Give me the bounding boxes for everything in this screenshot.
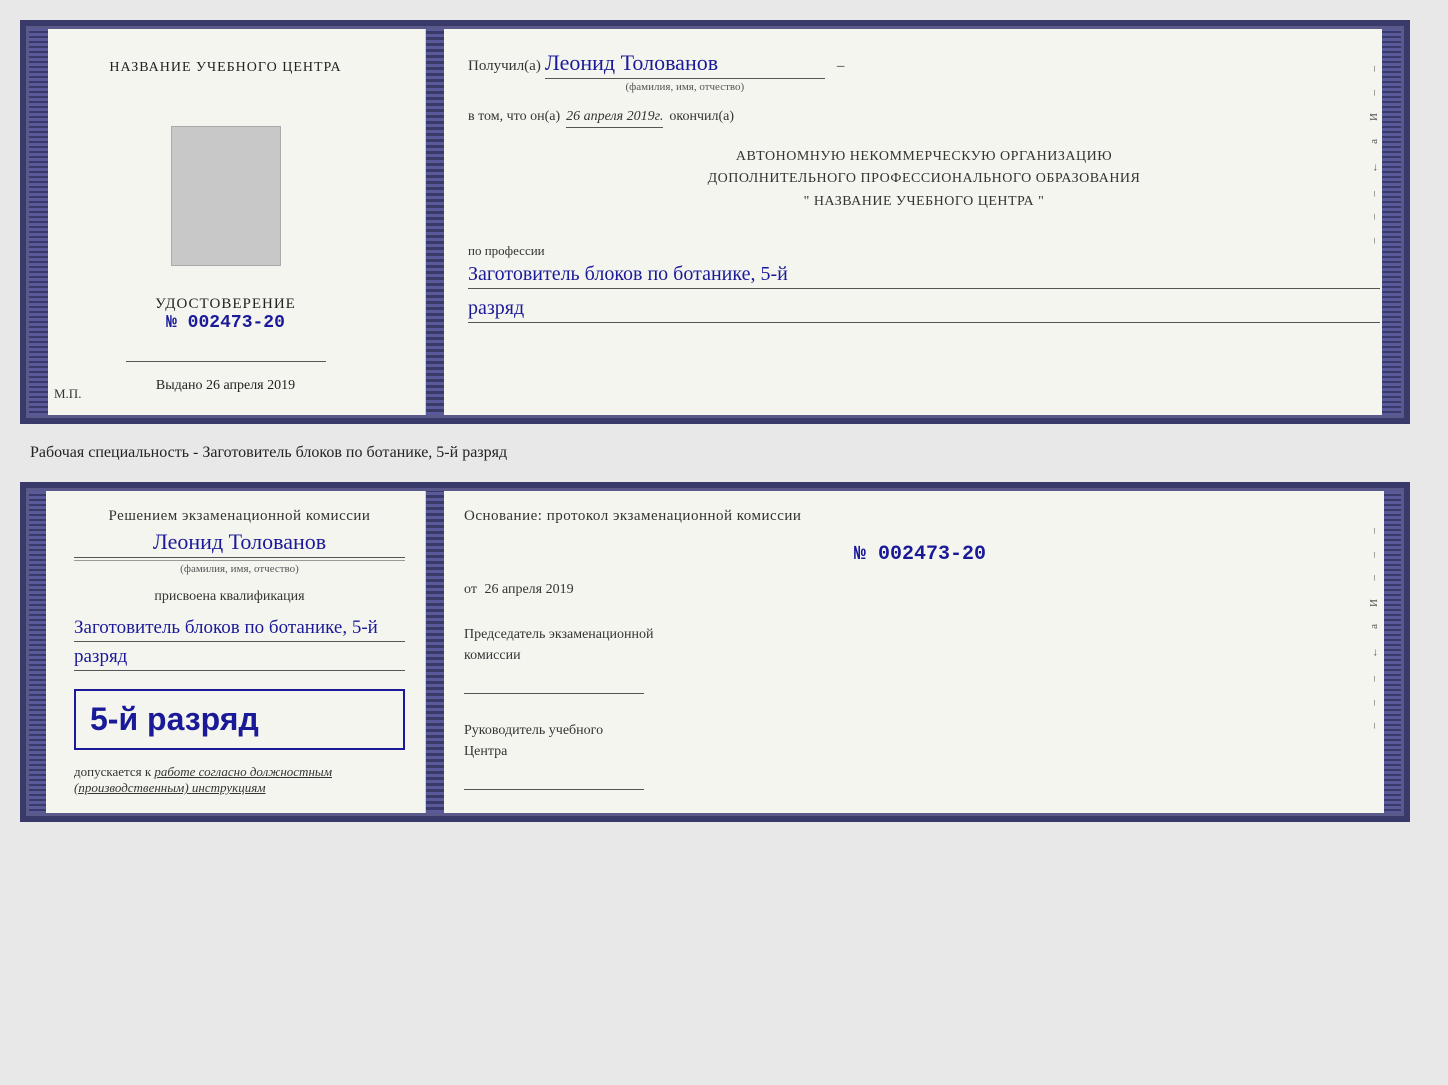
ot-date: 26 апреля 2019 [484,582,573,597]
rukovoditel-line2: Центра [464,741,1376,762]
side-marks-doc1: – – И а ← – – – [1368,66,1380,243]
ot-date-line: от 26 апреля 2019 [464,582,1376,598]
grade-number: 5-й разряд [90,701,389,738]
dopuskaetsya-label: допускается к [74,764,151,779]
osnovanie-text: Основание: протокол экзаменационной коми… [464,508,1376,525]
side-mark-d2-4: И [1368,599,1380,607]
poluchil-name: Леонид Толованов [545,50,825,79]
side-mark-d2-6: ← [1368,647,1380,658]
photo-placeholder [171,126,281,266]
doc2-fio-label: (фамилия, имя, отчество) [74,560,405,575]
doc2-spine [426,488,444,816]
okonchill: окончил(а) [669,109,734,125]
predsedatel-line2: комиссии [464,645,1376,666]
side-mark-6: – [1368,191,1380,197]
side-mark-7: – [1368,214,1380,220]
side-mark-4: а [1368,139,1380,144]
poluchil-line: Получил(а) Леонид Толованов (фамилия, им… [468,50,1380,93]
vtom-line: в том, что он(а) 26 апреля 2019г. окончи… [468,109,1380,128]
side-mark-d2-5: а [1368,624,1380,629]
doc1-left-page: НАЗВАНИЕ УЧЕБНОГО ЦЕНТРА УДОСТОВЕРЕНИЕ №… [26,26,426,418]
side-mark-1: – [1368,66,1380,72]
org-block: АВТОНОМНУЮ НЕКОММЕРЧЕСКУЮ ОРГАНИЗАЦИЮ ДО… [468,146,1380,213]
specialty-text: Рабочая специальность - Заготовитель бло… [20,440,1428,466]
org-line1: АВТОНОМНУЮ НЕКОММЕРЧЕСКУЮ ОРГАНИЗАЦИЮ [468,146,1380,168]
vydano-date: 26 апреля 2019 [206,378,295,393]
proto-number: № 002473-20 [464,543,1376,566]
po-professii-label: по профессии [468,243,1380,259]
side-mark-d2-2: – [1368,552,1380,558]
doc1-right-page: Получил(а) Леонид Толованов (фамилия, им… [444,26,1404,418]
doc1-center-title: НАЗВАНИЕ УЧЕБНОГО ЦЕНТРА [109,60,341,76]
rukovoditel-sign-line [464,770,644,790]
side-mark-8: – [1368,238,1380,244]
fio-label-1: (фамилия, имя, отчество) [545,81,825,93]
predsedatel-block: Председатель экзаменационной комиссии [464,624,1376,694]
document-1: НАЗВАНИЕ УЧЕБНОГО ЦЕНТРА УДОСТОВЕРЕНИЕ №… [20,20,1410,424]
predsedatel-sign-line [464,674,644,694]
razryad-line: разряд [468,297,1380,323]
po-professii-block: по профессии Заготовитель блоков по бота… [468,233,1380,323]
grade-box: 5-й разряд [74,689,405,750]
prisvoena-text: присвоена квалификация [54,589,405,605]
vtom-prefix: в том, что он(а) [468,109,560,125]
vtom-date: 26 апреля 2019г. [566,109,663,128]
rukovoditel-line1: Руководитель учебного [464,720,1376,741]
org-line3: " НАЗВАНИЕ УЧЕБНОГО ЦЕНТРА " [468,191,1380,213]
predsedatel-line1: Председатель экзаменационной [464,624,1376,645]
rukovoditel-block: Руководитель учебного Центра [464,720,1376,790]
doc2-right-page: Основание: протокол экзаменационной коми… [444,488,1404,816]
kvalif-name: Заготовитель блоков по ботанике, 5-й [74,617,405,642]
side-mark-d2-1: – [1368,528,1380,534]
mp-text: М.П. [54,386,81,402]
doc1-spine [426,26,444,418]
side-mark-d2-8: – [1368,700,1380,706]
udost-number: № 002473-20 [155,313,296,333]
document-2: Решением экзаменационной комиссии Леонид… [20,482,1410,822]
doc2-razryad: разряд [74,646,405,671]
side-mark-d2-7: – [1368,676,1380,682]
side-mark-d2-9: – [1368,723,1380,729]
side-mark-5: ← [1368,162,1380,173]
poluchil-dash: – [837,58,845,75]
resheniem-text: Решением экзаменационной комиссии [74,508,405,525]
udost-title: УДОСТОВЕРЕНИЕ [155,296,296,313]
side-mark-2: – [1368,90,1380,96]
doc2-left-page: Решением экзаменационной комиссии Леонид… [26,488,426,816]
dopuskaetsya-block: допускается к работе согласно должностны… [74,764,405,796]
doc2-name: Леонид Толованов [74,529,405,558]
page-wrapper: НАЗВАНИЕ УЧЕБНОГО ЦЕНТРА УДОСТОВЕРЕНИЕ №… [20,20,1428,822]
side-mark-3: И [1368,113,1380,121]
vydano-line: Выдано 26 апреля 2019 [156,378,295,394]
side-mark-d2-3: – [1368,575,1380,581]
divider-line [126,361,326,362]
ot-prefix: от [464,582,477,597]
poluchil-label: Получил(а) [468,58,541,75]
org-line2: ДОПОЛНИТЕЛЬНОГО ПРОФЕССИОНАЛЬНОГО ОБРАЗО… [468,168,1380,190]
udost-block: УДОСТОВЕРЕНИЕ № 002473-20 [155,296,296,333]
side-marks-doc2: – – – И а ← – – – [1368,528,1380,729]
profession-name: Заготовитель блоков по ботанике, 5-й [468,263,1380,289]
vydano-label: Выдано [156,378,203,393]
